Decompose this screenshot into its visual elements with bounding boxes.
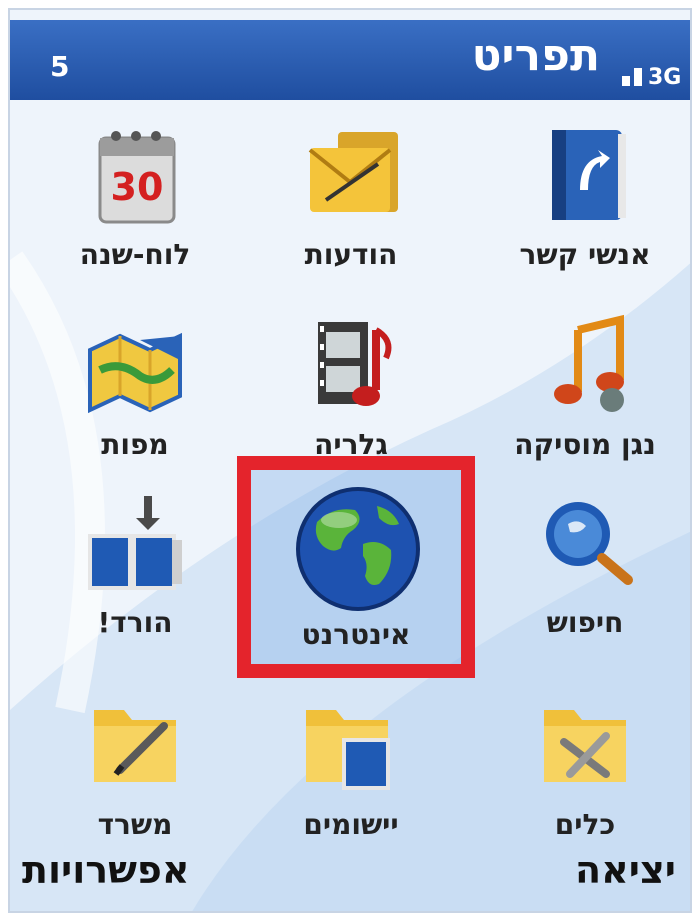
map-icon — [88, 332, 182, 414]
menu-item-messages[interactable]: הודעות — [246, 120, 456, 310]
phone-screen: תפריט 5 3G אנשי קשר הודעות 30 לוח-שנה נג… — [8, 8, 692, 913]
office-folder-icon — [94, 710, 176, 782]
search-magnifier-icon — [546, 502, 633, 585]
title-bar: תפריט 5 3G — [10, 20, 690, 100]
menu-item-contacts[interactable]: אנשי קשר — [480, 120, 690, 310]
selected-menu-item-internet[interactable]: אינטרנט — [237, 456, 475, 678]
contacts-icon — [552, 130, 626, 220]
menu-item-music-player[interactable]: נגן מוסיקה — [480, 310, 690, 500]
page-number: 5 — [50, 50, 70, 83]
menu-item-label: לוח-שנה — [79, 238, 191, 271]
menu-item-label: מפות — [101, 428, 169, 461]
calendar-icon-day: 30 — [111, 165, 164, 209]
menu-item-label: חיפוש — [546, 606, 624, 639]
page-title: תפריט — [471, 30, 600, 81]
softkey-exit[interactable]: יציאה — [575, 848, 676, 892]
tools-folder-icon — [544, 710, 626, 782]
menu-item-label: כלים — [554, 808, 616, 841]
menu-item-label: הורד! — [97, 606, 173, 639]
menu-item-label: נגן מוסיקה — [514, 428, 656, 461]
menu-item-label: משרד — [97, 808, 173, 841]
menu-item-applications[interactable]: יישומים — [246, 690, 456, 880]
calendar-icon: 30 — [98, 131, 176, 224]
gallery-film-icon — [318, 322, 392, 406]
menu-item-label: אינטרנט — [301, 618, 411, 651]
menu-item-search[interactable]: חיפוש — [480, 488, 690, 678]
softkey-options[interactable]: אפשרויות — [22, 848, 190, 892]
menu-item-maps[interactable]: מפות — [30, 310, 240, 500]
messages-envelope-icon — [308, 132, 398, 212]
menu-item-label: יישומים — [303, 808, 399, 841]
menu-item-label: הודעות — [304, 238, 398, 271]
svg-text:3G: 3G — [648, 65, 680, 88]
applications-folder-icon — [306, 710, 390, 790]
signal-strength-icon: 3G — [622, 65, 680, 88]
menu-item-calendar[interactable]: 30 לוח-שנה — [30, 120, 240, 310]
menu-item-label: אנשי קשר — [519, 238, 651, 271]
music-note-icon — [554, 314, 624, 412]
globe-icon — [296, 487, 420, 611]
menu-item-download[interactable]: הורד! — [30, 488, 240, 678]
download-icon — [88, 496, 182, 590]
